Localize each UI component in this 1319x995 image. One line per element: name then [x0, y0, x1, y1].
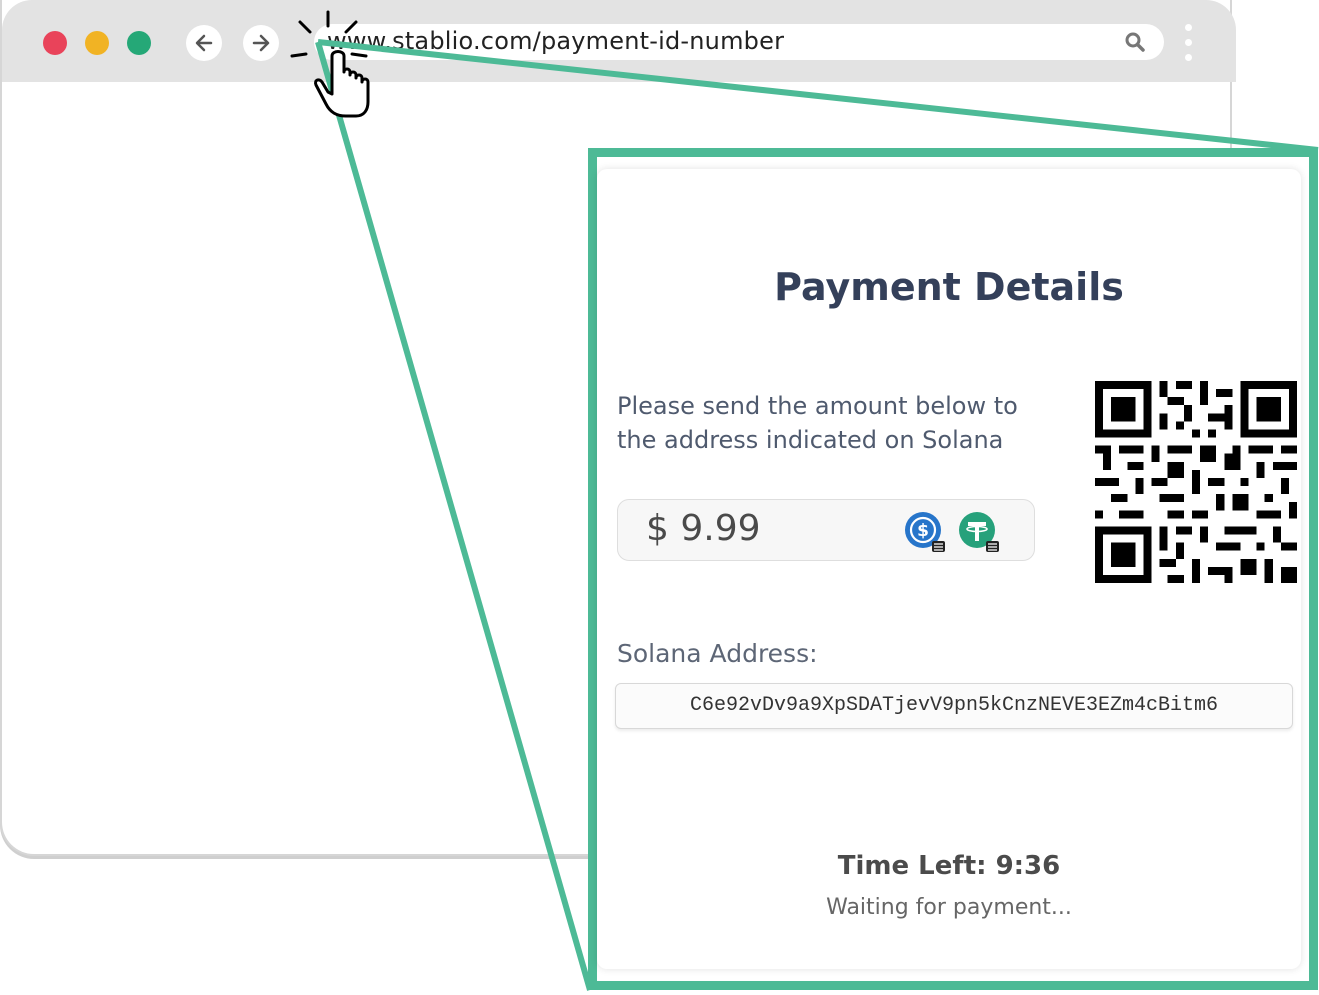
usdc-icon: $ — [905, 512, 945, 552]
payment-instructions: Please send the amount below to the addr… — [617, 392, 1018, 454]
amount-value: $ 9.99 — [646, 508, 761, 549]
address-label: Solana Address: — [617, 639, 818, 668]
page-title: Payment Details — [774, 265, 1124, 309]
amount-field: $ 9.99 $ — [617, 499, 1035, 561]
payment-status-text: Waiting for payment... — [826, 895, 1072, 920]
qr-code — [1095, 381, 1297, 583]
payment-zoom-panel: Payment Details Please send the amount b… — [588, 148, 1318, 990]
svg-text:$: $ — [917, 521, 929, 541]
usdt-icon — [959, 512, 999, 552]
payment-card: Payment Details Please send the amount b… — [597, 169, 1301, 969]
hand-cursor-icon — [290, 10, 370, 118]
time-left-text: Time Left: 9:36 — [837, 851, 1061, 881]
solana-address-value[interactable]: C6e92vDv9a9XpSDATjevV9pn5kCnzNEVE3EZm4cB… — [616, 694, 1292, 717]
address-field[interactable]: C6e92vDv9a9XpSDATjevV9pn5kCnzNEVE3EZm4cB… — [615, 683, 1293, 729]
